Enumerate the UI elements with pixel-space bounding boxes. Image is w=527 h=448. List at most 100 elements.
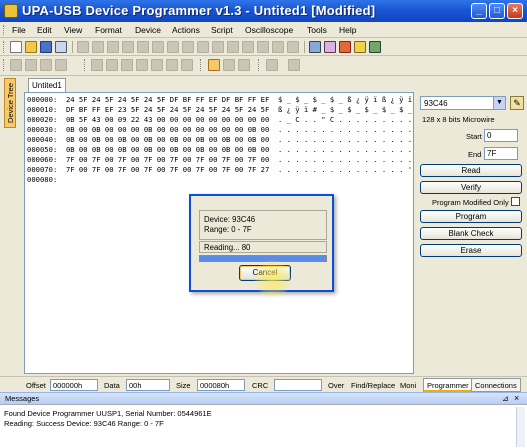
hex-line[interactable]: 000080: [27,175,57,185]
chip-select-icon[interactable] [324,41,336,53]
hex-view-icon[interactable] [166,59,178,71]
script-icon[interactable] [287,41,299,53]
minimize-button[interactable]: _ [471,3,487,19]
record-icon[interactable] [266,59,278,71]
toolbar-grip[interactable] [3,41,6,53]
chip-select-value: 93C46 [424,99,448,108]
replace-icon[interactable] [197,41,209,53]
toolbar-grip[interactable] [84,59,87,71]
align-left-icon[interactable] [10,59,22,71]
cut-icon[interactable] [122,41,134,53]
hex-line[interactable]: 000020: 0B 5F 43 00 09 22 43 00 00 00 00… [27,115,412,125]
hex-line[interactable]: 000010: DF BF FF EF 23 5F 24 5F 24 5F 24… [27,105,412,115]
device-info-icon[interactable] [309,41,321,53]
window-title: UPA-USB Device Programmer v1.3 - Untited… [22,3,376,18]
app-icon[interactable] [4,4,18,18]
dword-view-icon[interactable] [121,59,133,71]
menu-file[interactable]: File [12,25,26,35]
menu-device[interactable]: Device [135,25,161,35]
align-center-icon[interactable] [25,59,37,71]
blank-check-button[interactable]: Blank Check [420,227,522,240]
new-file-icon[interactable] [10,41,22,53]
chip-browse-button[interactable]: ✎ [510,96,524,110]
find-icon[interactable] [182,41,194,53]
print-icon[interactable] [107,41,119,53]
justify-icon[interactable] [55,59,67,71]
toolbar-grip[interactable] [3,59,6,71]
maximize-button[interactable]: □ [489,3,505,19]
toolbar-grip[interactable] [200,59,203,71]
tab-programmer[interactable]: Programmer [423,378,473,392]
data-label: Data [104,381,120,390]
menu-script[interactable]: Script [211,25,233,35]
menu-help[interactable]: Help [339,25,356,35]
message-line: Reading: Success Device: 93C46 Range: 0 … [4,419,164,428]
menu-tools[interactable]: Tools [307,25,327,35]
open-folder-icon[interactable] [25,41,37,53]
program-modified-only-checkbox[interactable] [511,197,520,206]
compare-icon[interactable] [257,41,269,53]
align-right-icon[interactable] [40,59,52,71]
device-panel: 93C46 ▼ ✎ 128 x 8 bits Microwire Start 0… [416,76,527,376]
goto-icon[interactable] [212,41,224,53]
undo-icon[interactable] [77,41,89,53]
read-button[interactable]: Read [420,164,522,177]
menubar-grip[interactable] [3,25,6,35]
program-button[interactable]: Program [420,210,522,223]
byte-view-icon[interactable] [91,59,103,71]
moni-indicator[interactable]: Moni [400,381,416,390]
start-field[interactable]: 0 [484,129,518,142]
hex-line[interactable]: 000030: 0B 00 0B 00 00 00 0B 00 00 00 00… [27,125,412,135]
message-line: Found Device Programmer UUSP1, Serial Nu… [4,409,212,418]
find-replace-indicator[interactable]: Find/Replace [351,381,395,390]
checksum-icon[interactable] [242,41,254,53]
word-view-icon[interactable] [106,59,118,71]
hex-line[interactable]: 000040: 0B 00 0B 00 0B 00 0B 00 0B 00 0B… [27,135,412,145]
chip-select[interactable]: 93C46 ▼ [420,96,506,110]
save-icon[interactable] [40,41,52,53]
binary-view-icon[interactable] [181,59,193,71]
verify-button[interactable]: Verify [420,181,522,194]
redo-icon[interactable] [92,41,104,53]
program-modified-only-label: Program Modified Only [432,198,509,207]
device-tree-tab[interactable]: Device Tree [4,78,16,128]
fill-icon[interactable] [227,41,239,53]
cancel-button[interactable]: Cancel [239,265,291,281]
toolbar-grip[interactable] [258,59,261,71]
erase-button[interactable]: Erase [420,244,522,257]
menu-edit[interactable]: Edit [37,25,52,35]
select-range-icon[interactable] [238,59,250,71]
copy-icon[interactable] [137,41,149,53]
menu-actions[interactable]: Actions [172,25,200,35]
dialog-status: Reading... 80 [199,241,327,253]
ebcdic-view-icon[interactable] [151,59,163,71]
pin-icon[interactable]: ⊿ [502,394,509,403]
close-icon[interactable]: × [514,393,519,403]
about-icon[interactable] [369,41,381,53]
end-field[interactable]: 7F [484,147,518,160]
chip-description: 128 x 8 bits Microwire [422,115,495,124]
menu-format[interactable]: Format [95,25,122,35]
save-as-icon[interactable] [55,41,67,53]
close-button[interactable]: × [507,3,523,19]
hex-line[interactable]: 000000: 24 5F 24 5F 24 5F 24 5F DF BF FF… [27,95,412,105]
document-tab[interactable]: Untited1 [28,78,66,92]
hex-line[interactable]: 000060: 7F 00 7F 00 7F 00 7F 00 7F 00 7F… [27,155,412,165]
messages-scrollbar[interactable] [516,407,525,447]
zoom-icon[interactable] [223,59,235,71]
hex-line[interactable]: 000070: 7F 00 7F 00 7F 00 7F 00 7F 00 7F… [27,165,412,175]
help-icon[interactable] [354,41,366,53]
size-label: Size [176,381,191,390]
ascii-view-icon[interactable] [136,59,148,71]
paste-icon[interactable] [152,41,164,53]
menu-view[interactable]: View [64,25,82,35]
menu-oscilloscope[interactable]: Oscilloscope [245,25,293,35]
pointer-icon[interactable] [208,59,220,71]
chevron-down-icon[interactable]: ▼ [493,97,505,109]
hex-line[interactable]: 000050: 0B 00 0B 00 0B 00 0B 00 0B 00 0B… [27,145,412,155]
settings-icon[interactable] [339,41,351,53]
bookmark-icon[interactable] [272,41,284,53]
delete-icon[interactable] [167,41,179,53]
tab-connections[interactable]: Connections [471,378,521,392]
stop-icon[interactable] [288,59,300,71]
